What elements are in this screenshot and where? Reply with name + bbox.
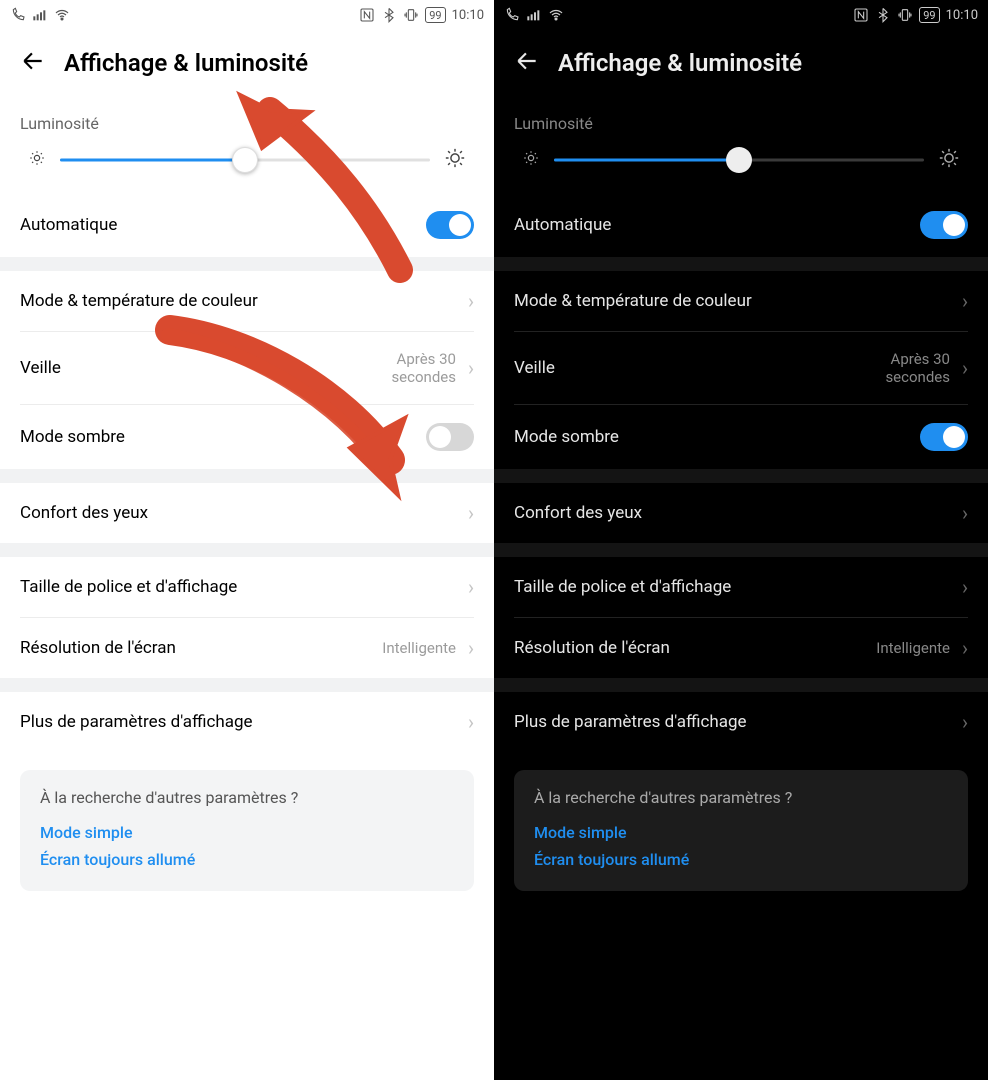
brightness-high-icon <box>938 147 960 173</box>
row-sleep[interactable]: Veille Après 30 secondes › <box>494 332 988 404</box>
row-eye-comfort[interactable]: Confort des yeux › <box>0 483 494 543</box>
chevron-right-icon: › <box>468 710 474 734</box>
chevron-right-icon: › <box>962 356 968 380</box>
nfc-icon <box>853 7 869 23</box>
phone-icon <box>10 7 26 23</box>
brightness-slider[interactable] <box>60 148 430 172</box>
chevron-right-icon: › <box>962 710 968 734</box>
row-color-mode[interactable]: Mode & température de couleur › <box>494 271 988 331</box>
auto-brightness-toggle[interactable] <box>920 211 968 239</box>
row-auto-brightness[interactable]: Automatique <box>494 193 988 257</box>
row-resolution[interactable]: Résolution de l'écran Intelligente › <box>494 618 988 678</box>
chevron-right-icon: › <box>468 501 474 525</box>
header: Affichage & luminosité <box>0 30 494 102</box>
brightness-slider[interactable] <box>554 148 924 172</box>
status-bar: 99 10:10 <box>0 0 494 30</box>
footer-card: À la recherche d'autres paramètres ? Mod… <box>20 770 474 891</box>
brightness-label: Luminosité <box>0 102 494 137</box>
nfc-icon <box>359 7 375 23</box>
panel-light: 99 10:10 Affichage & luminosité Luminosi… <box>0 0 494 1080</box>
signal-icon <box>32 7 48 23</box>
bluetooth-icon <box>381 7 397 23</box>
brightness-low-icon <box>28 149 46 171</box>
page-title: Affichage & luminosité <box>558 49 802 77</box>
status-time: 10:10 <box>452 8 484 23</box>
dark-mode-toggle[interactable] <box>920 423 968 451</box>
footer-link-always-on[interactable]: Écran toujours allumé <box>534 846 948 873</box>
page-title: Affichage & luminosité <box>64 49 308 77</box>
bluetooth-icon <box>875 7 891 23</box>
brightness-low-icon <box>522 149 540 171</box>
status-bar: 99 10:10 <box>494 0 988 30</box>
dark-mode-toggle[interactable] <box>426 423 474 451</box>
footer-link-simple-mode[interactable]: Mode simple <box>40 819 454 846</box>
sleep-value: Après 30 secondes <box>366 350 456 386</box>
vibrate-icon <box>403 7 419 23</box>
signal-icon <box>526 7 542 23</box>
brightness-high-icon <box>444 147 466 173</box>
row-font-size[interactable]: Taille de police et d'affichage › <box>494 557 988 617</box>
header: Affichage & luminosité <box>494 30 988 102</box>
row-more-settings[interactable]: Plus de paramètres d'affichage › <box>0 692 494 752</box>
chevron-right-icon: › <box>468 289 474 313</box>
resolution-value: Intelligente <box>382 639 456 657</box>
footer-card: À la recherche d'autres paramètres ? Mod… <box>514 770 968 891</box>
chevron-right-icon: › <box>962 636 968 660</box>
auto-brightness-label: Automatique <box>20 215 426 235</box>
footer-link-simple-mode[interactable]: Mode simple <box>534 819 948 846</box>
resolution-value: Intelligente <box>876 639 950 657</box>
chevron-right-icon: › <box>962 289 968 313</box>
row-auto-brightness[interactable]: Automatique <box>0 193 494 257</box>
footer-card-title: À la recherche d'autres paramètres ? <box>40 788 454 807</box>
row-more-settings[interactable]: Plus de paramètres d'affichage › <box>494 692 988 752</box>
chevron-right-icon: › <box>468 356 474 380</box>
wifi-icon <box>54 7 70 23</box>
battery-icon: 99 <box>425 7 445 23</box>
row-font-size[interactable]: Taille de police et d'affichage › <box>0 557 494 617</box>
panel-dark: 99 10:10 Affichage & luminosité Luminosi… <box>494 0 988 1080</box>
row-color-mode[interactable]: Mode & température de couleur › <box>0 271 494 331</box>
brightness-label: Luminosité <box>494 102 988 137</box>
row-dark-mode[interactable]: Mode sombre <box>0 405 494 469</box>
chevron-right-icon: › <box>962 575 968 599</box>
brightness-slider-row <box>494 137 988 193</box>
row-eye-comfort[interactable]: Confort des yeux › <box>494 483 988 543</box>
status-time: 10:10 <box>946 8 978 23</box>
chevron-right-icon: › <box>468 636 474 660</box>
chevron-right-icon: › <box>962 501 968 525</box>
auto-brightness-toggle[interactable] <box>426 211 474 239</box>
phone-icon <box>504 7 520 23</box>
footer-card-title: À la recherche d'autres paramètres ? <box>534 788 948 807</box>
row-dark-mode[interactable]: Mode sombre <box>494 405 988 469</box>
vibrate-icon <box>897 7 913 23</box>
row-sleep[interactable]: Veille Après 30 secondes › <box>0 332 494 404</box>
row-resolution[interactable]: Résolution de l'écran Intelligente › <box>0 618 494 678</box>
sleep-value: Après 30 secondes <box>860 350 950 386</box>
brightness-slider-row <box>0 137 494 193</box>
back-button[interactable] <box>514 48 540 78</box>
back-button[interactable] <box>20 48 46 78</box>
chevron-right-icon: › <box>468 575 474 599</box>
battery-icon: 99 <box>919 7 939 23</box>
wifi-icon <box>548 7 564 23</box>
footer-link-always-on[interactable]: Écran toujours allumé <box>40 846 454 873</box>
auto-brightness-label: Automatique <box>514 215 920 235</box>
